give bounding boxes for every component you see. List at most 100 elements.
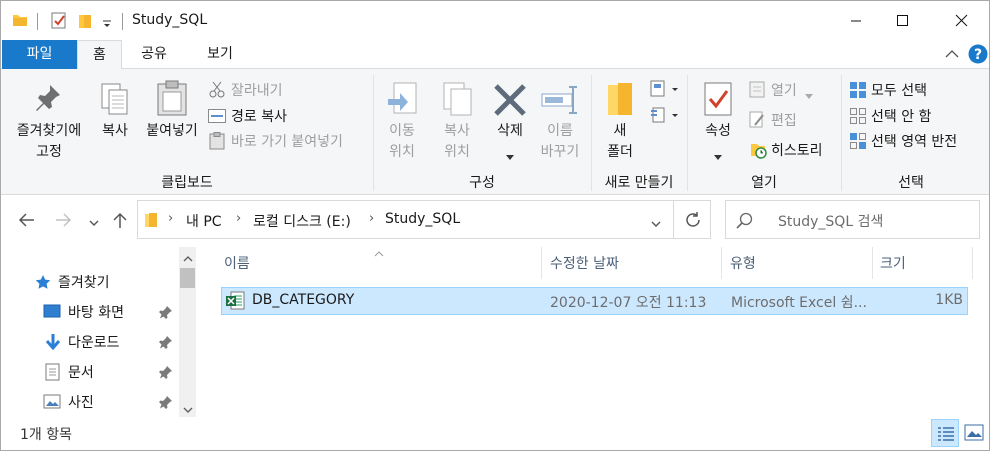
up-arrow-icon[interactable] xyxy=(112,211,128,233)
invert-selection-button[interactable]: 선택 영역 반전 xyxy=(847,130,987,152)
search-box[interactable]: Study_SQL 검색 xyxy=(725,200,980,239)
breadcrumb-this-pc[interactable]: 내 PC xyxy=(186,211,222,231)
tab-view[interactable]: 보기 xyxy=(191,40,249,70)
copy-to-label-line2: 위치 xyxy=(444,144,470,160)
pin-icon[interactable] xyxy=(159,335,173,353)
star-icon xyxy=(35,274,51,294)
easy-access-icon xyxy=(650,106,680,128)
invert-selection-icon xyxy=(849,132,867,154)
column-divider[interactable] xyxy=(721,247,722,279)
tab-home[interactable]: 홈 xyxy=(77,40,122,70)
address-bar[interactable]: › 내 PC › 로컬 디스크 (E:) › Study_SQL xyxy=(137,200,711,239)
copy-path-button[interactable]: 경로 복사 xyxy=(207,105,307,127)
pin-icon[interactable] xyxy=(159,305,173,323)
refresh-icon[interactable] xyxy=(684,211,702,233)
scissors-icon xyxy=(209,81,225,102)
recent-locations-chevron-icon[interactable] xyxy=(89,216,99,231)
nav-item-documents[interactable]: 문서 xyxy=(41,360,177,384)
document-icon xyxy=(45,363,61,385)
tab-file[interactable]: 파일 xyxy=(2,40,77,69)
nav-item-pictures[interactable]: 사진 xyxy=(41,390,177,414)
move-to-icon xyxy=(386,81,420,121)
details-view-button[interactable] xyxy=(931,419,959,447)
new-folder-qat-icon[interactable] xyxy=(77,12,93,33)
history-label: 히스토리 xyxy=(771,143,823,159)
scrollbar-thumb[interactable] xyxy=(180,268,195,288)
scroll-down-icon[interactable] xyxy=(183,403,193,418)
history-button[interactable]: 히스토리 xyxy=(747,139,837,161)
select-all-button[interactable]: 모두 선택 xyxy=(847,79,957,101)
cut-button[interactable]: 잘라내기 xyxy=(207,79,297,101)
forward-arrow-icon[interactable] xyxy=(55,212,73,232)
breadcrumb-local-disk[interactable]: 로컬 디스크 (E:) xyxy=(253,211,351,231)
sort-ascending-icon xyxy=(374,246,384,261)
select-group-label: 선택 xyxy=(898,175,924,191)
clipboard-group-label: 클립보드 xyxy=(161,175,213,191)
properties-icon xyxy=(703,81,733,121)
copy-button[interactable]: 복사 xyxy=(93,79,137,145)
picture-icon xyxy=(43,394,61,414)
nav-item-downloads[interactable]: 다운로드 xyxy=(41,330,177,354)
pin-icon[interactable] xyxy=(159,395,173,413)
help-icon[interactable]: ? xyxy=(968,44,988,68)
maximize-button[interactable] xyxy=(879,1,925,39)
qat-dropdown-icon[interactable] xyxy=(102,17,112,32)
edit-button[interactable]: 편집 xyxy=(747,109,827,131)
clipboard-icon xyxy=(156,80,188,120)
address-divider xyxy=(673,201,674,238)
column-header-name[interactable]: 이름 xyxy=(224,253,250,273)
properties-qat-icon[interactable] xyxy=(51,12,67,33)
properties-button[interactable]: 속성 xyxy=(695,79,741,165)
nav-item-desktop[interactable]: 바탕 화면 xyxy=(41,300,177,324)
download-arrow-icon xyxy=(45,333,61,355)
search-placeholder: Study_SQL 검색 xyxy=(778,214,884,230)
minimize-button[interactable] xyxy=(833,1,879,39)
column-divider[interactable] xyxy=(972,247,973,279)
nav-item-label: 바탕 화면 xyxy=(68,305,124,321)
open-label: 열기 xyxy=(771,83,797,99)
breadcrumb-separator: › xyxy=(236,211,242,226)
back-arrow-icon[interactable] xyxy=(17,212,35,232)
new-item-button[interactable] xyxy=(649,79,681,101)
open-group-label: 열기 xyxy=(751,175,777,191)
paste-shortcut-button[interactable]: 바로 가기 붙여넣기 xyxy=(207,130,367,152)
search-icon xyxy=(736,212,754,234)
new-item-icon xyxy=(650,80,680,102)
address-dropdown-icon[interactable] xyxy=(651,217,661,232)
organize-group-label: 구성 xyxy=(469,175,495,191)
column-divider[interactable] xyxy=(541,247,542,279)
file-type: Microsoft Excel 쉼... xyxy=(731,295,867,311)
column-header-modified[interactable]: 수정한 날짜 xyxy=(550,253,619,273)
select-none-button[interactable]: 선택 안 함 xyxy=(847,105,957,127)
file-name: DB_CATEGORY xyxy=(252,292,355,308)
folder-icon xyxy=(144,212,158,232)
rename-icon xyxy=(540,85,580,119)
ribbon-collapse-icon[interactable] xyxy=(945,48,959,63)
delete-x-icon xyxy=(493,83,527,121)
paste-button[interactable]: 붙여넣기 xyxy=(139,79,205,145)
move-to-button[interactable]: 이동 위치 xyxy=(377,79,427,165)
edit-label: 편집 xyxy=(771,113,797,129)
tab-share[interactable]: 공유 xyxy=(127,40,181,70)
close-button[interactable] xyxy=(939,1,985,39)
breadcrumb-study-sql[interactable]: Study_SQL xyxy=(385,211,460,227)
rename-button[interactable]: 이름 바꾸기 xyxy=(535,79,585,165)
paste-shortcut-label: 바로 가기 붙여넣기 xyxy=(231,134,343,150)
copy-to-button[interactable]: 복사 위치 xyxy=(429,79,485,165)
large-icons-view-button[interactable] xyxy=(960,419,988,447)
table-row[interactable]: DB_CATEGORY 2020-12-07 오전 11:13 Microsof… xyxy=(221,287,968,315)
open-button[interactable]: 열기 xyxy=(747,79,827,101)
delete-button[interactable]: 삭제 xyxy=(487,79,533,165)
column-divider[interactable] xyxy=(872,247,873,279)
column-header-type[interactable]: 유형 xyxy=(730,253,756,273)
scroll-up-icon[interactable] xyxy=(183,251,193,266)
easy-access-button[interactable] xyxy=(649,105,681,127)
nav-scrollbar[interactable] xyxy=(179,247,196,417)
pin-icon[interactable] xyxy=(159,365,173,383)
copy-to-icon xyxy=(440,81,474,121)
column-header-size[interactable]: 크기 xyxy=(880,253,906,273)
move-to-label-line2: 위치 xyxy=(389,144,415,160)
new-folder-button[interactable]: 새 폴더 xyxy=(597,79,643,165)
pin-quick-access-button[interactable]: 즐겨찾기에 고정 xyxy=(7,79,91,165)
quick-access-item[interactable]: 즐겨찾기 xyxy=(31,270,171,294)
